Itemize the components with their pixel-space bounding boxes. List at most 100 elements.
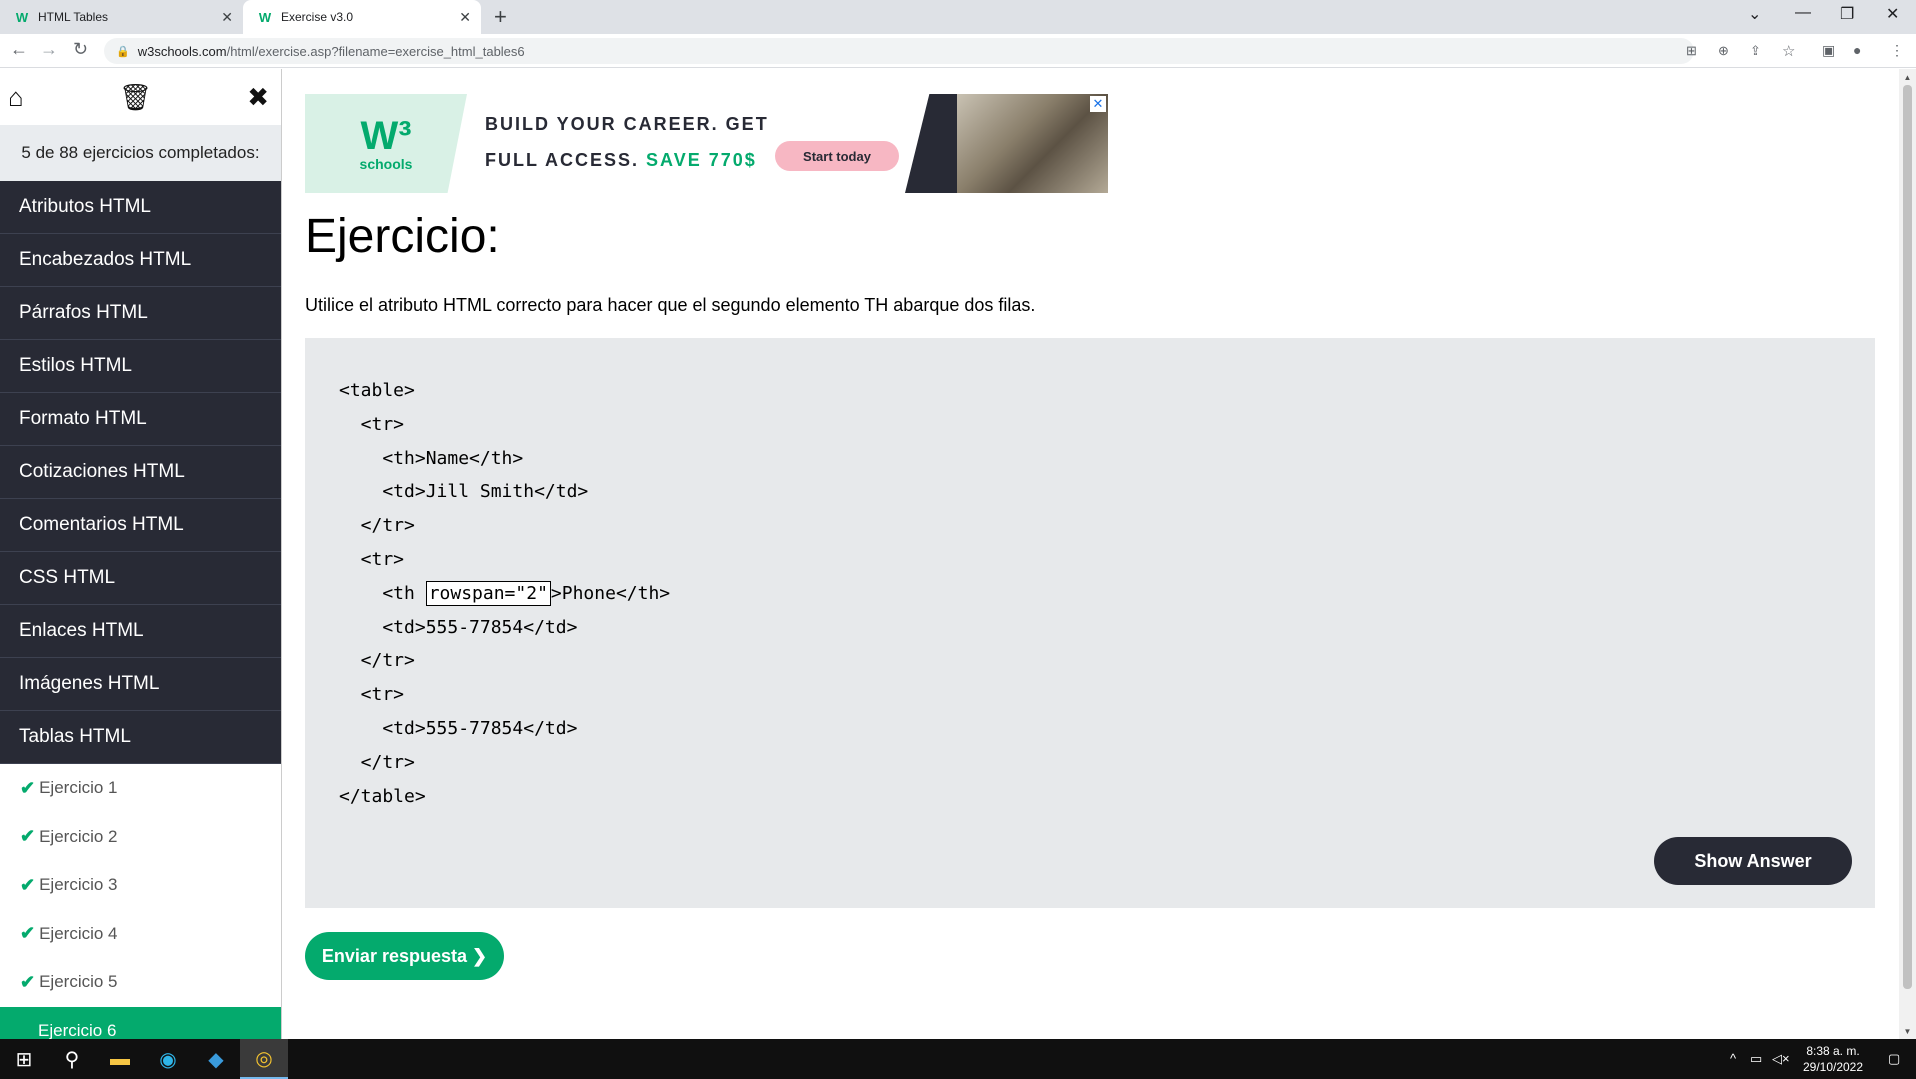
tab-title: Exercise v3.0 [281,10,354,24]
browser-tab-strip: W HTML Tables ✕ W Exercise v3.0 ✕ + ⌄ — … [0,0,1916,34]
exercise-instruction: Utilice el atributo HTML correcto para h… [305,295,1036,315]
exercise-label: Ejercicio 1 [39,778,118,798]
browser-toolbar: ← → ↻ 🔒 w3schools.com/html/exercise.asp?… [0,34,1916,68]
sidebar-section-tablas[interactable]: Tablas HTML [0,711,281,764]
notifications-icon[interactable]: ▢ [1888,1051,1900,1067]
lock-icon: 🔒 [116,45,130,58]
exercise-label: Ejercicio 5 [39,972,118,992]
code-line: </tr> [339,515,415,537]
sidebar-section-imagenes[interactable]: Imágenes HTML [0,658,281,711]
advertisement-banner[interactable]: W³ schools BUILD YOUR CAREER. GET FULL A… [305,94,1108,193]
checkmark-icon: ✔ [20,971,36,992]
tab-exercise[interactable]: W Exercise v3.0 ✕ [243,0,481,34]
exercise-label: Ejercicio 4 [39,923,118,943]
show-answer-button[interactable]: Show Answer [1654,837,1852,885]
ad-headline: BUILD YOUR CAREER. GET [485,114,769,134]
code-line: <tr> [339,413,405,435]
w3schools-favicon-icon: W [15,9,29,25]
ad-savings: SAVE 770$ [646,150,757,170]
exercise-label: Ejercicio 2 [39,826,118,846]
tab-search-icon[interactable]: ⌄ [1748,4,1761,24]
sidebar-section-atributos[interactable]: Atributos HTML [0,181,281,234]
ad-subline-text: FULL ACCESS. [485,150,640,170]
exercise-main: W³ schools BUILD YOUR CAREER. GET FULL A… [305,69,1875,1039]
code-line: <td>Jill Smith</td> [339,481,589,503]
translate-icon[interactable]: ⊞ [1686,43,1697,59]
restore-button[interactable]: ❐ [1840,4,1854,24]
exercise-label: Ejercicio 6 [38,1020,117,1039]
bookmark-star-icon[interactable]: ☆ [1782,42,1795,60]
home-icon[interactable]: ⌂ [8,82,24,113]
close-tab-icon[interactable]: ✕ [459,9,471,26]
code-line: <td>555-77854</td> [339,616,578,638]
checkmark-icon: ✔ [20,826,36,847]
tray-chevron-icon[interactable]: ^ [1730,1051,1736,1066]
scroll-down-icon[interactable]: ▼ [1899,1023,1916,1039]
close-window-button[interactable]: ✕ [1886,4,1899,24]
menu-kebab-icon[interactable]: ⋮ [1890,42,1904,59]
windows-start-icon[interactable]: ⊞ [0,1039,48,1079]
address-bar[interactable]: 🔒 w3schools.com/html/exercise.asp?filena… [104,38,1795,64]
file-explorer-icon[interactable]: ▬ [96,1039,144,1079]
checkmark-icon: ✔ [20,777,36,798]
code-line: </table> [339,785,426,807]
code-line: <td>555-77854</td> [339,717,578,739]
side-panel-icon[interactable]: ▣ [1822,42,1835,59]
sidebar-section-css[interactable]: CSS HTML [0,552,281,605]
sidebar-section-comentarios[interactable]: Comentarios HTML [0,499,281,552]
code-line: <tr> [339,548,405,570]
sidebar-section-estilos[interactable]: Estilos HTML [0,340,281,393]
sidebar-exercise-3[interactable]: ✔ Ejercicio 3 [0,861,281,910]
ad-photo [957,94,1108,193]
sidebar-section-cotizaciones[interactable]: Cotizaciones HTML [0,446,281,499]
code-line: <tr> [339,684,405,706]
code-line: <table> [339,380,415,401]
sidebar-section-encabezados[interactable]: Encabezados HTML [0,234,281,287]
sidebar-section-enlaces[interactable]: Enlaces HTML [0,605,281,658]
network-icon[interactable]: ▭ [1750,1051,1762,1067]
scroll-up-icon[interactable]: ▲ [1899,69,1916,85]
w3-logo-mark: W³ [360,113,412,158]
code-block: <table> <tr> <th>Name</th> <td>Jill Smit… [339,374,670,813]
scrollbar-thumb[interactable] [1903,85,1912,989]
sidebar-section-parrafos[interactable]: Párrafos HTML [0,287,281,340]
forward-icon[interactable]: → [40,39,58,60]
new-tab-button[interactable]: + [494,4,507,30]
reload-icon[interactable]: ↻ [73,39,88,60]
back-icon[interactable]: ← [10,39,28,60]
url-path: /html/exercise.asp?filename=exercise_htm… [226,43,525,59]
answer-input[interactable]: rowspan="2" [425,581,551,607]
exercise-label: Ejercicio 3 [39,875,118,895]
ad-close-icon[interactable]: ✕ [1090,96,1106,112]
vscode-icon[interactable]: ◆ [192,1039,240,1079]
page-scrollbar[interactable]: ▲ ▼ [1899,69,1916,1039]
tab-title: HTML Tables [38,10,109,24]
system-clock[interactable]: 8:38 a. m. 29/10/2022 [1790,1043,1876,1075]
sidebar-exercise-4[interactable]: ✔ Ejercicio 4 [0,909,281,958]
tab-html-tables[interactable]: W HTML Tables ✕ [0,0,243,34]
trash-icon[interactable]: 🗑 [119,82,152,113]
sidebar-exercise-5[interactable]: ✔ Ejercicio 5 [0,958,281,1007]
ad-cta-button[interactable]: Start today [775,141,899,171]
windows-taskbar: ⊞ ⚲ ▬ ◉ ◆ ◎ ^ ▭ ◁× 8:38 a. m. 29/10/2022… [0,1039,1916,1079]
profile-avatar-icon[interactable]: ● [1853,42,1861,58]
sidebar-section-formato[interactable]: Formato HTML [0,393,281,446]
checkmark-icon: ✔ [20,923,36,944]
zoom-icon[interactable]: ⊕ [1718,43,1729,59]
ad-subline: FULL ACCESS. SAVE 770$ [485,150,757,171]
edge-browser-icon[interactable]: ◉ [144,1039,192,1079]
sidebar-exercise-2[interactable]: ✔ Ejercicio 2 [0,812,281,861]
chrome-icon[interactable]: ◎ [240,1039,288,1079]
minimize-button[interactable]: — [1795,4,1811,22]
sidebar-exercise-6[interactable]: Ejercicio 6 [0,1006,281,1039]
submit-answer-button[interactable]: Enviar respuesta ❯ [305,932,504,980]
code-line-with-input: <th rowspan="2" >Phone</th> [339,577,670,611]
page-title: Ejercicio: [305,210,500,263]
close-tab-icon[interactable]: ✕ [221,9,233,26]
close-icon[interactable]: ✖ [247,82,269,113]
sidebar-exercise-1[interactable]: ✔ Ejercicio 1 [0,764,281,813]
search-icon[interactable]: ⚲ [48,1039,96,1079]
code-line: <th>Name</th> [339,447,524,469]
share-icon[interactable]: ⇪ [1750,43,1761,59]
volume-muted-icon[interactable]: ◁× [1772,1051,1790,1067]
